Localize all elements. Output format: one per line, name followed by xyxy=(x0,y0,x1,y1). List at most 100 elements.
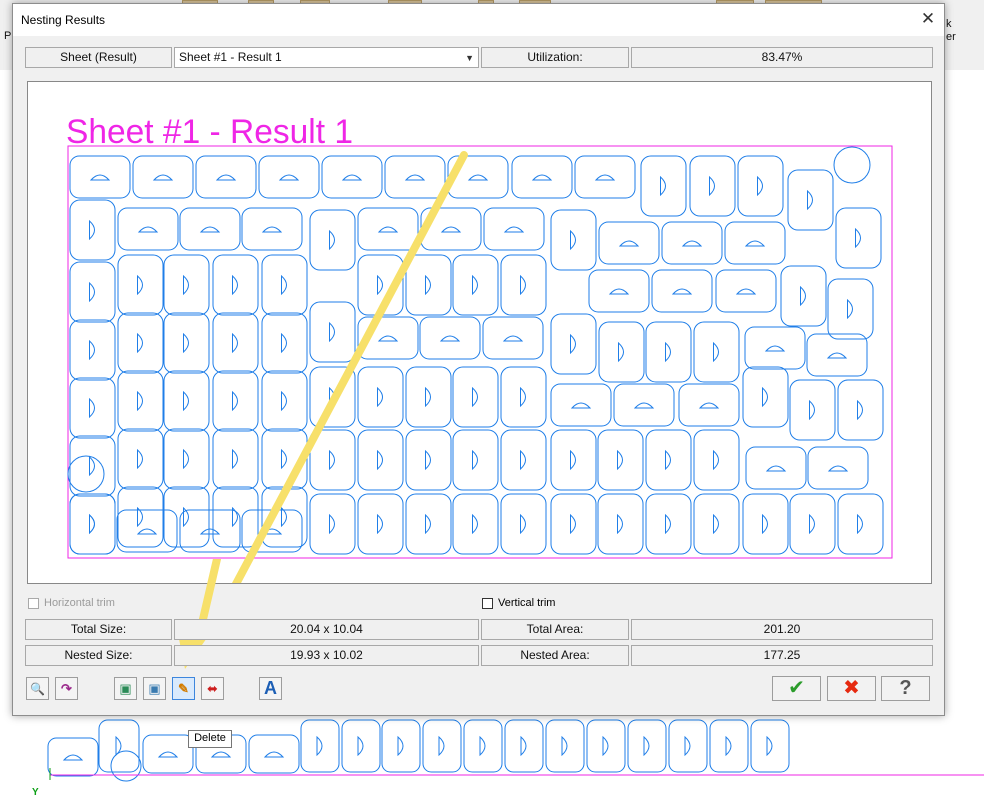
nested-part xyxy=(405,429,452,491)
nested-part xyxy=(715,269,777,313)
nested-part xyxy=(142,734,194,774)
nested-part xyxy=(709,719,749,773)
nested-part xyxy=(835,207,882,269)
nested-part xyxy=(744,326,806,370)
dialog-title: Nesting Results xyxy=(21,13,106,27)
nested-part xyxy=(117,312,164,374)
nested-parts xyxy=(67,146,884,555)
nested-part xyxy=(452,429,499,491)
nested-part xyxy=(787,169,834,231)
nested-part xyxy=(381,719,421,773)
horizontal-trim-checkbox[interactable]: Horizontal trim xyxy=(28,597,115,609)
nested-part xyxy=(837,493,884,555)
nested-part xyxy=(117,370,164,432)
nested-part xyxy=(651,269,713,313)
close-icon[interactable]: ✕ xyxy=(912,4,944,34)
nested-part xyxy=(661,221,723,265)
nested-part xyxy=(261,254,308,316)
nested-part xyxy=(598,321,645,383)
nested-part xyxy=(132,155,194,199)
nested-part xyxy=(689,155,736,217)
mirror-button[interactable]: ⬌ xyxy=(201,677,224,700)
nested-part xyxy=(545,719,585,773)
nested-part xyxy=(827,278,874,340)
nested-part xyxy=(261,312,308,374)
nested-part xyxy=(117,428,164,490)
nested-part xyxy=(742,366,789,428)
nested-part xyxy=(212,312,259,374)
preview-button[interactable]: 🔍 xyxy=(26,677,49,700)
y-axis-label: Y xyxy=(32,787,39,798)
nested-part xyxy=(179,509,241,553)
nested-part xyxy=(405,366,452,428)
checkmark-icon: ✔ xyxy=(788,677,805,699)
nesting-layout: Sheet #1 - Result 1 xyxy=(66,113,893,667)
vertical-trim-checkbox[interactable]: Vertical trim xyxy=(482,597,555,609)
background-label-er: er xyxy=(946,31,956,43)
nested-part xyxy=(500,254,547,316)
nested-part xyxy=(597,429,644,491)
utilization-label: Utilization: xyxy=(481,47,629,68)
nested-part xyxy=(405,493,452,555)
nested-part xyxy=(483,207,545,251)
nested-part xyxy=(750,719,790,773)
nested-part xyxy=(195,155,257,199)
nested-part xyxy=(511,155,573,199)
nested-part xyxy=(745,446,807,490)
nesting-preview-canvas: Sheet #1 - Result 1 xyxy=(27,81,932,667)
ok-button[interactable]: ✔ xyxy=(772,676,821,701)
text-button[interactable]: A xyxy=(259,677,282,700)
copy-button[interactable]: ▣ xyxy=(114,677,137,700)
nested-part xyxy=(550,493,597,555)
nested-part xyxy=(117,254,164,316)
help-button[interactable]: ? xyxy=(881,676,930,701)
nested-part xyxy=(693,321,740,383)
nested-part xyxy=(640,155,687,217)
nested-size-label: Nested Size: xyxy=(25,645,172,666)
nested-part xyxy=(645,429,692,491)
dialog-titlebar: Nesting Results ? ✕ xyxy=(13,4,944,36)
vertical-trim-box[interactable] xyxy=(482,597,493,609)
nested-part xyxy=(357,366,404,428)
horizontal-trim-box[interactable] xyxy=(28,597,39,609)
nested-part xyxy=(69,319,116,381)
nested-part xyxy=(742,493,789,555)
magnifier-icon: 🔍 xyxy=(30,682,45,696)
nested-part xyxy=(117,207,179,251)
nested-part xyxy=(341,719,381,773)
nested-part xyxy=(163,312,210,374)
nested-part xyxy=(163,370,210,432)
nested-part xyxy=(598,221,660,265)
nested-part xyxy=(737,155,784,217)
sheet-result-dropdown[interactable]: Sheet #1 - Result 1 ▼ xyxy=(174,47,479,68)
nested-part xyxy=(357,493,404,555)
x-icon: ✖ xyxy=(843,677,860,699)
redo-button[interactable]: ↷ xyxy=(55,677,78,700)
vertical-trim-label: Vertical trim xyxy=(498,597,556,609)
nested-part xyxy=(780,265,827,327)
nested-part xyxy=(241,207,303,251)
duplicate-icon: ▣ xyxy=(148,681,161,696)
nested-part xyxy=(550,383,612,427)
total-size-value: 20.04 x 10.04 xyxy=(174,619,479,640)
sheet-result-label: Sheet (Result) xyxy=(25,47,172,68)
cancel-button[interactable]: ✖ xyxy=(827,676,876,701)
nested-part xyxy=(807,446,869,490)
nested-part xyxy=(452,493,499,555)
delete-button[interactable]: ✎ xyxy=(172,677,195,700)
nested-part xyxy=(384,155,446,199)
nested-part xyxy=(309,209,356,271)
nested-part xyxy=(212,370,259,432)
nested-part xyxy=(550,209,597,271)
nested-part xyxy=(261,370,308,432)
nested-part xyxy=(789,379,836,441)
duplicate-button[interactable]: ▣ xyxy=(143,677,166,700)
utilization-value: 83.47% xyxy=(631,47,933,68)
nested-part xyxy=(69,377,116,439)
nested-part xyxy=(405,254,452,316)
nested-part xyxy=(321,155,383,199)
delete-tooltip: Delete xyxy=(188,730,232,748)
nested-part xyxy=(645,321,692,383)
nested-part xyxy=(500,366,547,428)
redo-icon: ↷ xyxy=(61,681,72,696)
